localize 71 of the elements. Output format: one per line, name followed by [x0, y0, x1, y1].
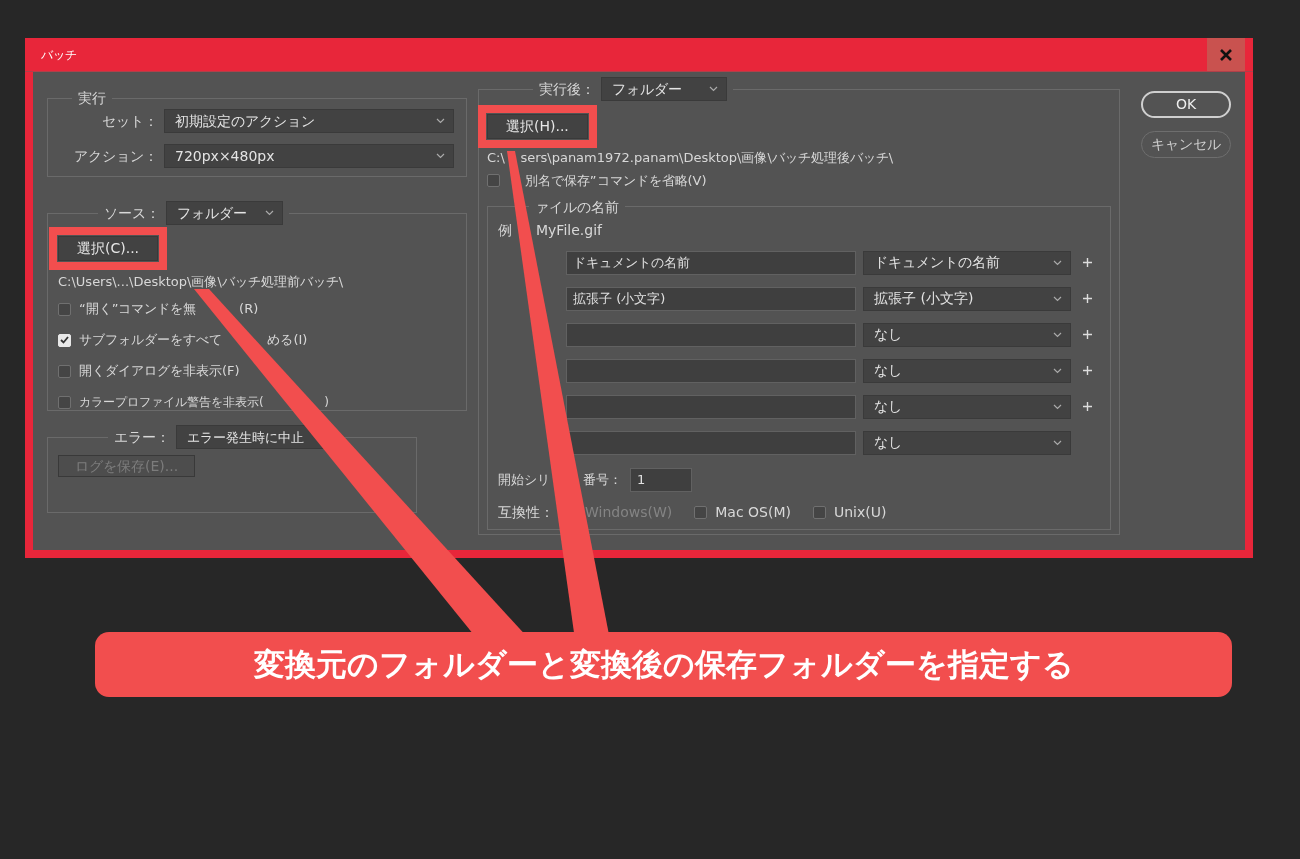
chevron-down-icon: [709, 86, 718, 92]
dropdown[interactable]: なし: [863, 322, 1071, 347]
folder-path: sers\panam1972.panam\Desktop\画像\バッチ処理後バッチ\: [520, 149, 894, 167]
checkbox[interactable]: [58, 364, 71, 378]
dropdown[interactable]: フォルダー: [601, 77, 727, 101]
checkbox-label[interactable]: サブフォルダーをすべて: [79, 330, 222, 350]
chevron-down-icon: [436, 118, 445, 124]
field-label: 開始シリ: [498, 470, 550, 489]
dropdown[interactable]: ドキュメントの名前: [863, 250, 1071, 275]
field-label: ソース：: [104, 206, 160, 220]
checkbox-label[interactable]: める(I): [267, 330, 308, 350]
name-field[interactable]: 拡張子 (小文字): [566, 286, 856, 311]
dropdown[interactable]: なし: [863, 394, 1071, 419]
chevron-down-icon: [436, 153, 445, 159]
checkbox[interactable]: [694, 505, 708, 519]
name-field[interactable]: ドキュメントの名前: [566, 250, 856, 275]
chevron-down-icon: [1053, 403, 1062, 410]
dropdown[interactable]: エラー発生時に中止: [176, 425, 326, 449]
name-field[interactable]: [566, 322, 856, 347]
dropdown[interactable]: 拡張子 (小文字): [863, 286, 1071, 311]
close-icon: [1220, 48, 1232, 61]
chevron-down-icon: [265, 210, 274, 216]
name-field[interactable]: [566, 430, 856, 455]
dropdown[interactable]: なし: [863, 358, 1071, 383]
plus-icon[interactable]: [1083, 258, 1092, 267]
group-title: ァイルの名前: [534, 199, 621, 214]
serial-number-field[interactable]: 1: [630, 467, 693, 492]
chevron-down-icon: [1053, 295, 1062, 302]
checkbox[interactable]: [58, 395, 71, 409]
checkbox-label[interactable]: カラープロファイル警告を非表示(: [79, 393, 264, 411]
name-field[interactable]: [566, 394, 856, 419]
group-title: 実行: [77, 91, 107, 105]
field-label: エラー：: [114, 430, 170, 444]
plus-icon[interactable]: [1083, 402, 1092, 411]
example-label: 例: [498, 220, 512, 240]
checkbox[interactable]: [58, 302, 71, 316]
dropdown[interactable]: 720px×480px: [164, 144, 454, 168]
example-filename: MyFile.gif: [536, 220, 602, 240]
chevron-down-icon: [1053, 439, 1062, 446]
chevron-down-icon: [1053, 331, 1062, 338]
checkbox-label[interactable]: ): [324, 393, 329, 411]
plus-icon[interactable]: [1083, 294, 1092, 303]
chevron-down-icon: [1053, 259, 1062, 266]
checkbox-label[interactable]: (R): [239, 299, 259, 319]
ok-button[interactable]: OK: [1141, 91, 1231, 118]
checkbox-label[interactable]: 別名で保存”コマンドを省略(V): [524, 170, 707, 191]
checkbox-label[interactable]: Mac OS(M): [715, 501, 791, 523]
field-label: セット：: [101, 111, 158, 131]
dropdown[interactable]: なし: [863, 430, 1071, 455]
close-button[interactable]: [1207, 38, 1245, 71]
callout-banner: 変換元のフォルダーと変換後の保存フォルダーを指定する: [95, 632, 1232, 697]
name-field[interactable]: [566, 358, 856, 383]
checkbox[interactable]: [487, 174, 500, 187]
window-title: バッチ: [41, 46, 77, 64]
folder-path: C:\Users\...\Desktop\画像\バッチ処理前バッチ\: [58, 273, 345, 291]
field-label: 番号：: [583, 470, 623, 489]
choose-button[interactable]: 選択(C)...: [58, 236, 159, 261]
dropdown[interactable]: 初期設定のアクション: [164, 109, 454, 133]
dropdown[interactable]: フォルダー: [166, 201, 283, 225]
checkbox[interactable]: [813, 505, 826, 519]
chevron-down-icon: [1053, 367, 1062, 374]
checkbox-label[interactable]: Unix(U): [834, 501, 887, 523]
folder-path: C:\: [487, 149, 505, 167]
choose-button[interactable]: 選択(H)...: [487, 114, 588, 139]
checkbox-label[interactable]: 開くダイアログを非表示(F): [79, 361, 240, 381]
field-label: 実行後：: [539, 82, 595, 96]
plus-icon[interactable]: [1083, 366, 1092, 375]
field-label: 互換性：: [498, 502, 554, 522]
checkbox-label[interactable]: “開く”コマンドを無: [79, 299, 197, 319]
field-label: アクション：: [73, 146, 158, 166]
plus-icon[interactable]: [1083, 330, 1092, 339]
